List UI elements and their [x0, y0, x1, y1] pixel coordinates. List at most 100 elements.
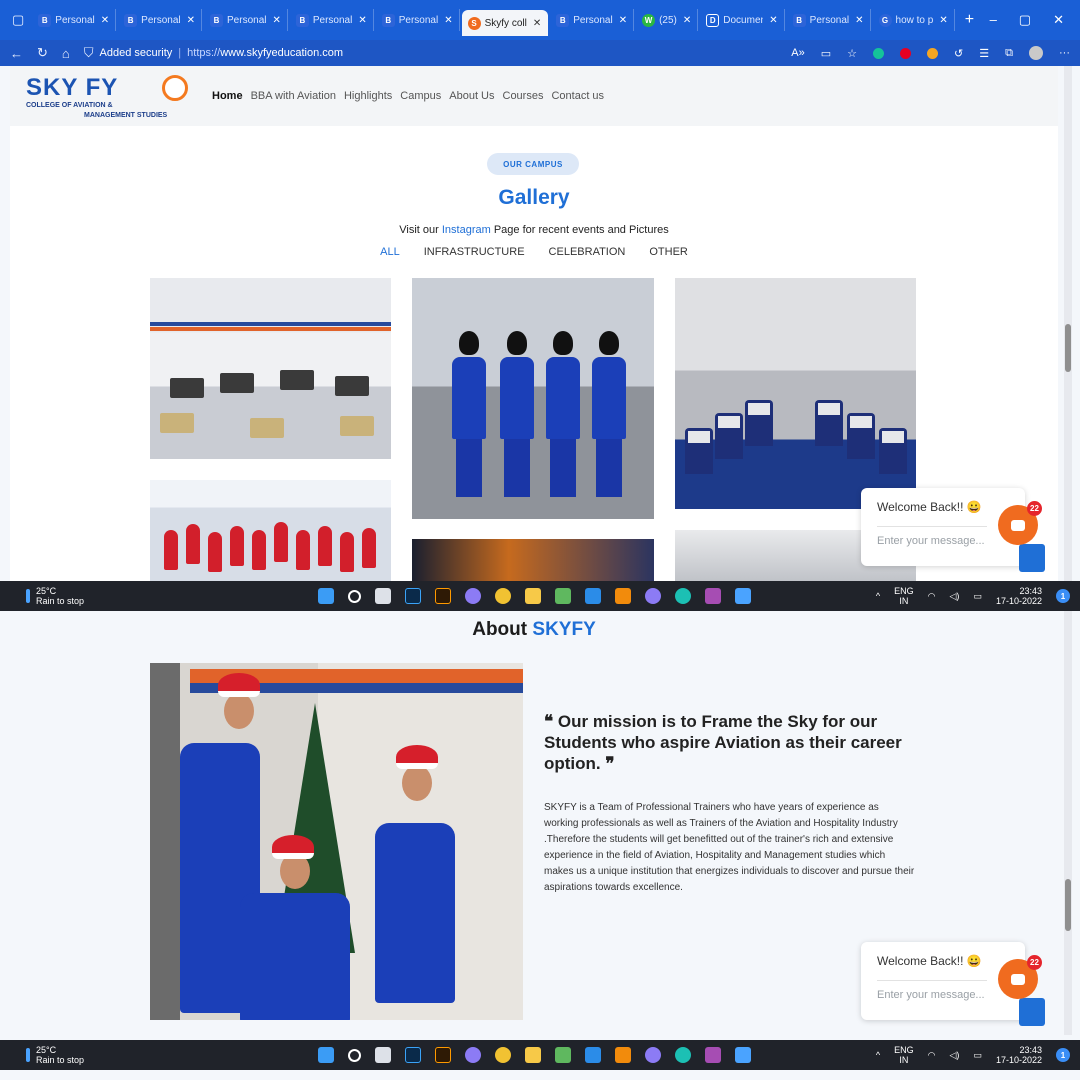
close-tab-icon[interactable]: ✕ — [444, 15, 452, 26]
edge-icon[interactable] — [675, 1047, 691, 1063]
app-icon[interactable] — [645, 1047, 661, 1063]
nav-home[interactable]: Home — [212, 90, 243, 102]
instagram-link[interactable]: Instagram — [442, 224, 491, 236]
gallery-photo-aircraft-cabin[interactable] — [675, 278, 916, 509]
scrollbar-thumb[interactable] — [1065, 324, 1071, 372]
page-scrollbar-bottom[interactable] — [1064, 611, 1072, 1035]
notification-badge[interactable]: 1 — [1056, 1048, 1070, 1062]
nav-bba-with-aviation[interactable]: BBA with Aviation — [251, 90, 336, 102]
browser-tab[interactable]: B Personal ✕ — [550, 9, 635, 31]
nav-highlights[interactable]: Highlights — [344, 90, 392, 102]
browser-tab[interactable]: B Personal ✕ — [290, 9, 374, 31]
vlc-icon[interactable] — [615, 588, 631, 604]
scrollbar-thumb[interactable] — [1065, 879, 1071, 931]
winrar-icon[interactable] — [705, 1047, 721, 1063]
chrome-icon[interactable] — [495, 588, 511, 604]
browser-tab[interactable]: B Personal ✕ — [32, 9, 117, 31]
reader-view-icon[interactable]: ▭ — [821, 47, 831, 60]
close-tab-icon[interactable]: ✕ — [619, 15, 627, 26]
more-menu-icon[interactable]: ··· — [1059, 47, 1070, 59]
wifi-icon[interactable]: ◠ — [928, 591, 936, 602]
home-icon[interactable]: ⌂ — [62, 46, 70, 61]
file-explorer-icon[interactable] — [525, 1047, 541, 1063]
vlc-icon[interactable] — [615, 1047, 631, 1063]
gallery-photo-classroom[interactable] — [150, 278, 391, 459]
winrar-icon[interactable] — [705, 588, 721, 604]
app-icon[interactable] — [645, 588, 661, 604]
language-indicator[interactable]: ENG IN — [894, 586, 914, 606]
favorites-icon[interactable]: ☰ — [979, 47, 989, 60]
filter-all[interactable]: ALL — [380, 246, 400, 258]
new-tab-icon[interactable]: + — [957, 11, 982, 29]
notepad-icon[interactable] — [735, 1047, 751, 1063]
photoshop-icon[interactable] — [405, 1047, 421, 1063]
clock[interactable]: 23:43 17-10-2022 — [996, 586, 1042, 606]
search-icon[interactable] — [348, 1048, 361, 1062]
filter-celebration[interactable]: CELEBRATION — [549, 246, 626, 258]
windows-start-icon[interactable] — [318, 1047, 334, 1063]
task-view-icon[interactable] — [375, 1047, 391, 1063]
url-field[interactable]: ⛉ Added security | https://www.skyfyeduc… — [84, 45, 343, 61]
browser-tab[interactable]: B Personal ✕ — [118, 9, 203, 31]
app-icon[interactable] — [465, 588, 481, 604]
nav-about-us[interactable]: About Us — [449, 90, 494, 102]
refresh-extension-icon[interactable]: ↺ — [954, 47, 963, 60]
gallery-photo-interior[interactable] — [412, 539, 654, 581]
page-scrollbar-top[interactable] — [1064, 66, 1072, 581]
file-explorer-icon[interactable] — [525, 588, 541, 604]
close-tab-icon[interactable]: ✕ — [101, 15, 109, 26]
close-tab-icon[interactable]: ✕ — [272, 15, 280, 26]
vscode-icon[interactable] — [585, 1047, 601, 1063]
illustrator-icon[interactable] — [435, 588, 451, 604]
app-icon[interactable] — [555, 1047, 571, 1063]
filter-other[interactable]: OTHER — [649, 246, 688, 258]
chat-send-button[interactable] — [1019, 544, 1045, 572]
notification-badge[interactable]: 1 — [1056, 589, 1070, 603]
photoshop-icon[interactable] — [405, 588, 421, 604]
grammarly-icon[interactable] — [873, 47, 885, 59]
browser-tab[interactable]: B Personal ✕ — [787, 9, 871, 31]
favorite-star-icon[interactable]: ☆ — [847, 47, 857, 60]
app-icon[interactable] — [465, 1047, 481, 1063]
task-view-icon[interactable] — [375, 588, 391, 604]
browser-tab[interactable]: B Personal ✕ — [204, 9, 288, 31]
minimize-icon[interactable]: – — [990, 12, 997, 28]
skyfy-logo[interactable]: SKY FY COLLEGE OF AVIATION & MANAGEMENT … — [24, 70, 194, 122]
edge-icon[interactable] — [675, 588, 691, 604]
gallery-photo-christmas[interactable] — [150, 480, 391, 581]
vscode-icon[interactable] — [585, 588, 601, 604]
battery-icon[interactable]: ▭ — [973, 591, 982, 602]
battery-icon[interactable]: ▭ — [973, 1050, 982, 1061]
close-tab-icon[interactable]: ✕ — [187, 15, 195, 26]
back-icon[interactable]: ← — [10, 46, 23, 61]
chat-send-button[interactable] — [1019, 998, 1045, 1026]
weather-widget[interactable]: 25°C Rain to stop — [0, 586, 300, 606]
chevron-up-icon[interactable]: ^ — [876, 1050, 880, 1060]
browser-tab[interactable]: D Documen ✕ — [700, 9, 785, 31]
nav-contact-us[interactable]: Contact us — [551, 90, 604, 102]
volume-icon[interactable]: ◁) — [950, 1050, 960, 1061]
close-tab-icon[interactable]: ✕ — [533, 18, 541, 29]
notepad-icon[interactable] — [735, 588, 751, 604]
app-icon[interactable] — [555, 588, 571, 604]
chat-message-input[interactable]: Enter your message... — [877, 535, 1009, 547]
search-icon[interactable] — [348, 589, 361, 603]
weather-widget[interactable]: 25°C Rain to stop — [0, 1045, 300, 1065]
close-tab-icon[interactable]: ✕ — [358, 15, 366, 26]
read-aloud-icon[interactable]: A» — [791, 47, 804, 59]
browser-tab-active[interactable]: S Skyfy coll ✕ — [461, 10, 549, 36]
nav-courses[interactable]: Courses — [503, 90, 544, 102]
illustrator-icon[interactable] — [435, 1047, 451, 1063]
close-tab-icon[interactable]: ✕ — [855, 15, 863, 26]
close-tab-icon[interactable]: ✕ — [769, 15, 777, 26]
windows-start-icon[interactable] — [318, 588, 334, 604]
profile-avatar-icon[interactable] — [1029, 46, 1043, 60]
chrome-icon[interactable] — [495, 1047, 511, 1063]
close-tab-icon[interactable]: ✕ — [683, 15, 691, 26]
language-indicator[interactable]: ENG IN — [894, 1045, 914, 1065]
volume-icon[interactable]: ◁) — [950, 591, 960, 602]
collections-icon[interactable]: ⧉ — [1005, 47, 1013, 60]
pinterest-icon[interactable] — [900, 47, 912, 59]
tab-actions-icon[interactable]: ▢ — [6, 12, 30, 28]
nav-campus[interactable]: Campus — [400, 90, 441, 102]
